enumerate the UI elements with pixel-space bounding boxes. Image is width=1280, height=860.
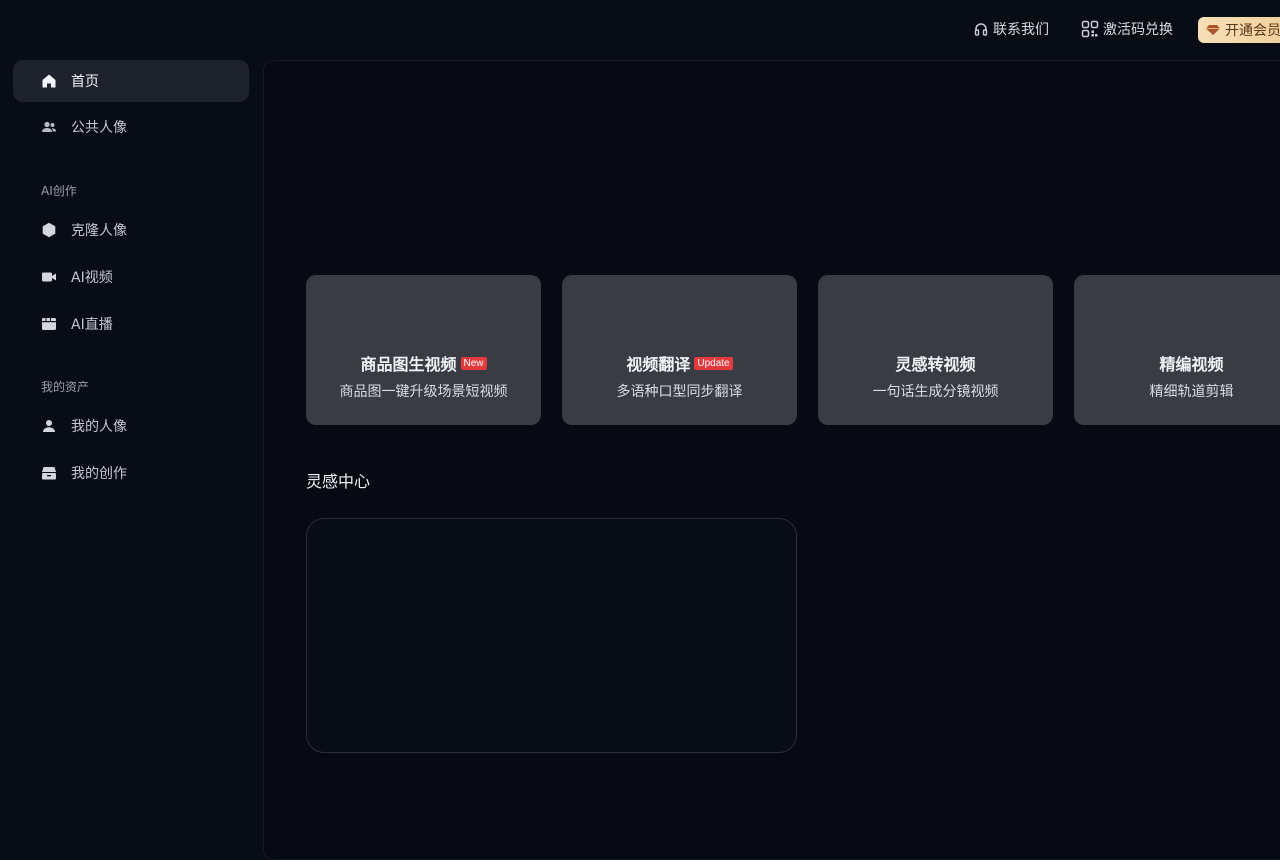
sidebar-item-label: AI直播 <box>71 317 113 333</box>
feature-card-video-translation[interactable]: 视频翻译 Update 多语种口型同步翻译 <box>562 275 797 425</box>
feature-card-idea-to-video[interactable]: 灵感转视频 一句话生成分镜视频 <box>818 275 1053 425</box>
inspiration-center-title: 灵感中心 <box>306 472 371 491</box>
card-title: 商品图生视频 <box>360 355 457 374</box>
contact-us-label: 联系我们 <box>993 22 1049 38</box>
new-badge: New <box>460 356 487 370</box>
redeem-code-label: 激活码兑换 <box>1103 22 1173 38</box>
card-title: 灵感转视频 <box>895 355 976 374</box>
card-title-row: 商品图生视频 New <box>360 351 487 375</box>
diamond-icon <box>1206 25 1220 35</box>
sidebar-item-label: 我的创作 <box>71 466 127 482</box>
live-icon <box>41 316 57 332</box>
card-subtitle: 多语种口型同步翻译 <box>616 384 743 400</box>
sidebar-item-my-creations[interactable]: 我的创作 <box>13 452 249 494</box>
sidebar: 首页 公共人像 AI创作 克隆人像 AI视频 AI直播 我的资产 我的人像 我的… <box>0 58 262 853</box>
contact-us-link[interactable]: 联系我们 <box>973 19 1049 39</box>
sidebar-item-public-portraits[interactable]: 公共人像 <box>13 106 249 148</box>
sidebar-item-label: 我的人像 <box>71 419 127 435</box>
home-icon <box>41 73 57 89</box>
card-title: 视频翻译 <box>626 355 691 374</box>
card-title-row: 灵感转视频 <box>895 351 975 375</box>
video-icon <box>41 269 57 285</box>
card-subtitle: 一句话生成分镜视频 <box>872 384 999 400</box>
sidebar-item-home[interactable]: 首页 <box>13 60 249 102</box>
sidebar-item-clone-portrait[interactable]: 克隆人像 <box>13 209 249 251</box>
card-subtitle: 精细轨道剪辑 <box>1149 384 1234 400</box>
hexagon-icon <box>41 222 57 238</box>
update-badge: Update <box>694 356 733 370</box>
inspiration-card[interactable] <box>306 518 797 753</box>
card-title-row: 精编视频 <box>1159 351 1223 375</box>
headset-icon <box>974 23 988 36</box>
redeem-code-link[interactable]: 激活码兑换 <box>1081 19 1173 39</box>
sidebar-item-label: 克隆人像 <box>71 223 127 239</box>
section-title-ai-creation: AI创作 <box>41 184 77 198</box>
feature-card-fine-editing[interactable]: 精编视频 精细轨道剪辑 <box>1074 275 1280 425</box>
top-bar: 联系我们 激活码兑换 开通会员 <box>0 0 1280 58</box>
vip-button-label: 开通会员 <box>1225 23 1280 39</box>
sidebar-item-ai-video[interactable]: AI视频 <box>13 256 249 298</box>
sidebar-item-my-portraits[interactable]: 我的人像 <box>13 405 249 447</box>
vip-button[interactable]: 开通会员 <box>1198 17 1280 43</box>
card-subtitle: 商品图一键升级场景短视频 <box>339 384 508 400</box>
card-title: 精编视频 <box>1159 355 1224 374</box>
card-title-row: 视频翻译 Update <box>626 351 733 375</box>
sidebar-item-label: 首页 <box>71 74 99 90</box>
section-title-my-assets: 我的资产 <box>41 380 90 394</box>
user-icon <box>41 418 57 434</box>
users-icon <box>41 119 57 135</box>
sidebar-item-label: AI视频 <box>71 270 113 286</box>
sidebar-item-ai-live[interactable]: AI直播 <box>13 303 249 345</box>
archive-icon <box>41 465 57 481</box>
sidebar-item-label: 公共人像 <box>71 120 127 136</box>
feature-card-product-image-video[interactable]: 商品图生视频 New 商品图一键升级场景短视频 <box>306 275 541 425</box>
qr-code-icon <box>1081 20 1099 38</box>
